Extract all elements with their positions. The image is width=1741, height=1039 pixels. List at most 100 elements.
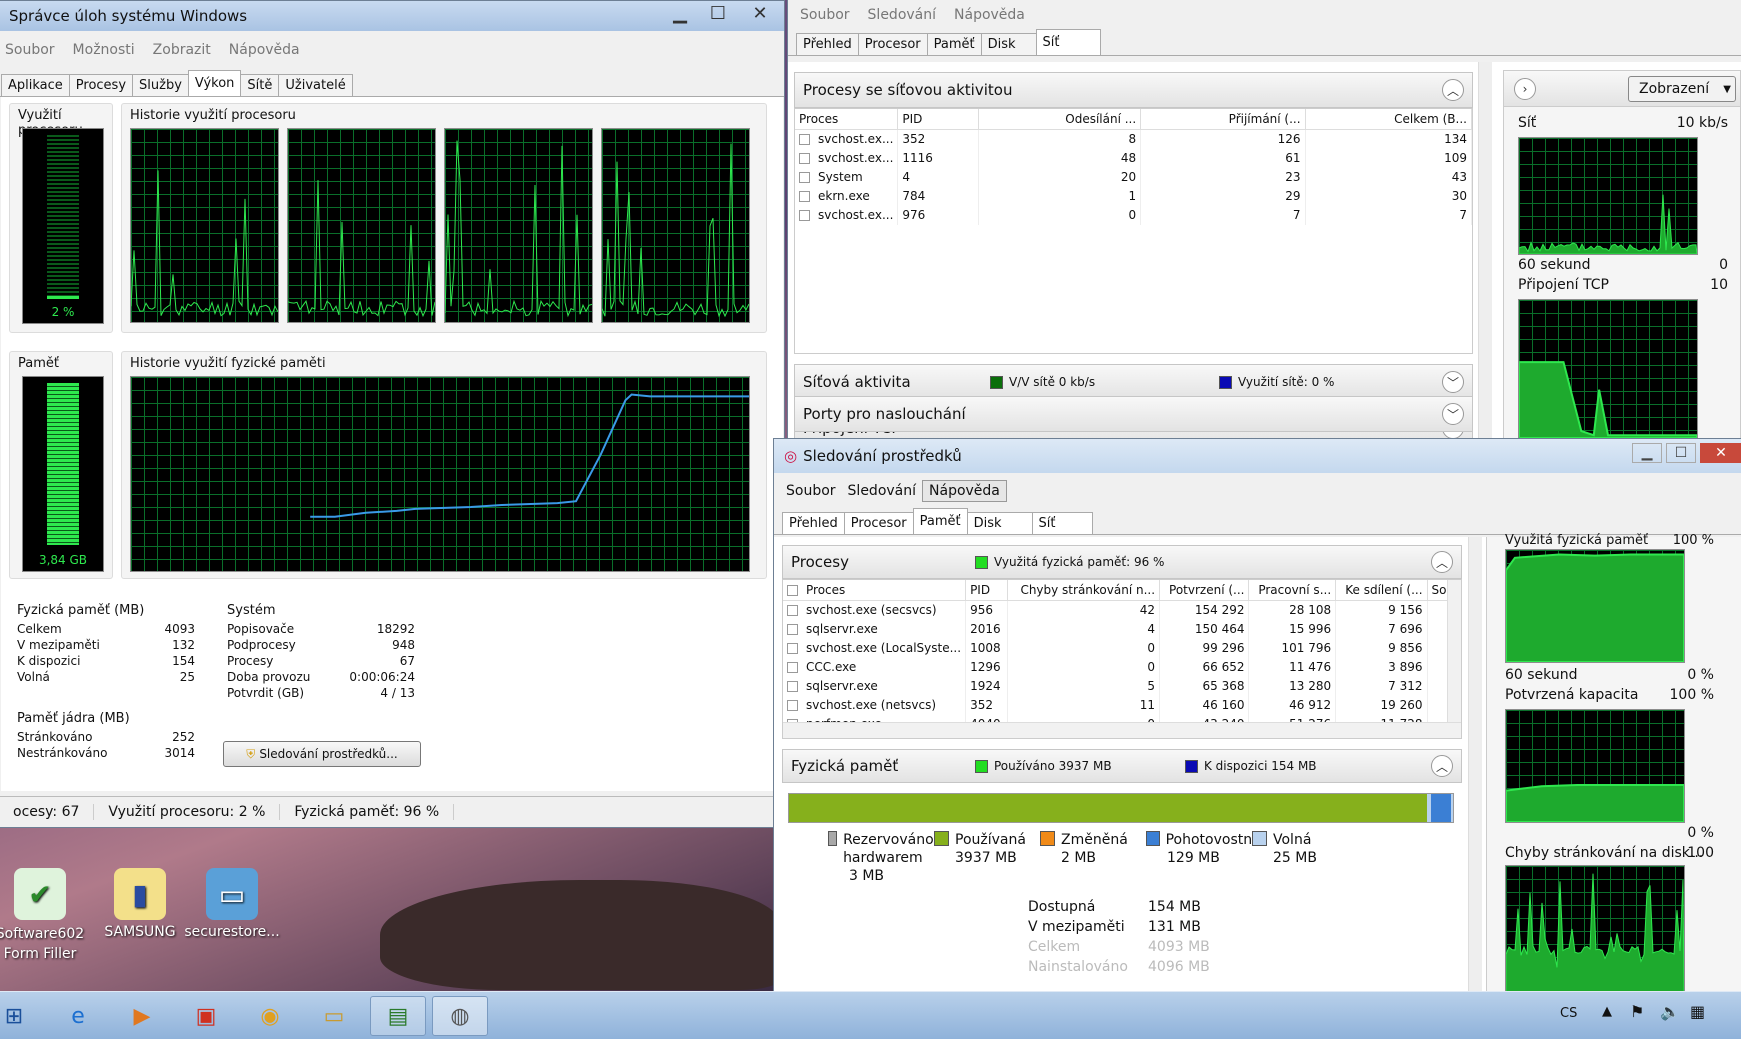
table-row[interactable]: svchost.ex... 976 0 7 7 <box>795 205 1472 225</box>
column-header[interactable]: Pracovní s... <box>1248 580 1337 601</box>
close-button[interactable]: ✕ <box>1700 443 1741 463</box>
row-checkbox[interactable] <box>799 134 810 146</box>
column-header[interactable]: Chyby stránkování n... <box>1007 580 1161 601</box>
menu-soubor[interactable]: Soubor <box>780 481 842 501</box>
task-manager-taskbar-icon[interactable]: ▤ <box>370 996 426 1036</box>
row-checkbox[interactable] <box>799 191 810 202</box>
chevron-up-icon[interactable]: ︿ <box>1431 551 1453 573</box>
table-row[interactable]: System 4 20 23 43 <box>795 167 1472 187</box>
tab-procesor[interactable]: Procesor <box>843 512 914 534</box>
row-checkbox[interactable] <box>799 172 810 183</box>
maximize-button[interactable]: ☐ <box>700 1 736 25</box>
view-dropdown[interactable]: Zobrazení ▼ <box>1628 76 1736 102</box>
column-header[interactable]: PID <box>965 580 1008 601</box>
chevron-right-icon[interactable]: › <box>1514 78 1536 100</box>
menu-sledovani[interactable]: Sledování <box>842 481 922 501</box>
column-header[interactable]: Proces <box>783 580 967 601</box>
resource-monitor-taskbar-icon[interactable]: ◍ <box>432 996 488 1036</box>
menu-napoveda[interactable]: Nápověda <box>954 7 1025 23</box>
table-row[interactable]: CCC.exe 1296 0 66 652 11 476 3 896 <box>783 657 1461 677</box>
tab-uzivatele[interactable]: Uživatelé <box>278 74 353 96</box>
table-row[interactable]: svchost.exe (netsvcs) 352 11 46 160 46 912 19… <box>783 695 1461 715</box>
tab-sit[interactable]: Síť <box>1035 29 1101 55</box>
row-checkbox[interactable] <box>787 700 798 711</box>
row-checkbox[interactable] <box>799 210 810 221</box>
tab-pamet[interactable]: Paměť <box>926 33 982 55</box>
chevron-down-icon[interactable]: ﹀ <box>1442 371 1464 393</box>
column-header[interactable]: Odesílání ... <box>978 109 1142 130</box>
row-checkbox[interactable] <box>787 605 798 617</box>
tab-disk[interactable]: Disk <box>966 512 1033 534</box>
menu-soubor[interactable]: Soubor <box>800 7 850 23</box>
menu-zobrazit[interactable]: Zobrazit <box>153 42 211 58</box>
menu-moznosti[interactable]: Možnosti <box>73 42 135 58</box>
language-indicator[interactable]: CS <box>1560 1006 1577 1021</box>
explorer-folder-icon[interactable]: ▭ <box>306 996 362 1036</box>
row-checkbox[interactable] <box>787 643 798 654</box>
tab-procesor[interactable]: Procesor <box>857 33 928 55</box>
physical-memory-header[interactable]: Fyzická paměť Používáno 3937 MB K dispoz… <box>782 749 1462 783</box>
scrollbar[interactable] <box>1468 537 1482 993</box>
menu-sledovani[interactable]: Sledování <box>868 7 936 23</box>
table-hscrollbar[interactable] <box>783 722 1461 738</box>
start-button[interactable]: ⊞ <box>0 996 42 1036</box>
chevron-up-icon[interactable]: ︿ <box>1442 79 1464 101</box>
column-header[interactable]: PID <box>897 109 979 130</box>
column-header[interactable]: Celkem (B... <box>1305 109 1472 130</box>
table-row[interactable]: ekrn.exe 784 1 29 30 <box>795 186 1472 206</box>
menu-napoveda[interactable]: Nápověda <box>922 480 1007 502</box>
column-header[interactable]: Proces <box>795 109 899 130</box>
media-player-icon[interactable]: ▶ <box>114 996 170 1036</box>
desktop-icon-samsung[interactable]: ▮ SAMSUNG <box>90 868 190 940</box>
table-row[interactable]: svchost.ex... 1116 48 61 109 <box>795 148 1472 168</box>
tab-site[interactable]: Sítě <box>240 74 280 96</box>
internet-explorer-icon[interactable]: e <box>50 996 106 1036</box>
processes-header[interactable]: Procesy Využitá fyzická paměť: 96 % ︿ <box>782 545 1462 579</box>
table-row[interactable]: svchost.exe (LocalSyste... 1008 0 99 296 101… <box>783 638 1461 658</box>
row-checkbox[interactable] <box>787 662 798 673</box>
close-button[interactable]: ✕ <box>742 1 778 25</box>
tab-vykon[interactable]: Výkon <box>187 70 242 96</box>
select-all-checkbox[interactable] <box>787 585 798 596</box>
table-row[interactable]: sqlservr.exe 2016 4 150 464 15 996 7 696 <box>783 619 1461 639</box>
chevron-down-icon[interactable]: ﹀ <box>1442 403 1464 425</box>
column-header[interactable]: Ke sdílení (... <box>1335 580 1428 601</box>
menu-napoveda[interactable]: Nápověda <box>229 42 300 58</box>
table-vscrollbar[interactable] <box>1447 580 1461 725</box>
row-checkbox[interactable] <box>799 153 810 164</box>
desktop-icon-securestore[interactable]: ▭ securestore... <box>182 868 282 940</box>
table-row[interactable]: sqlservr.exe 1924 5 65 368 13 280 7 312 <box>783 676 1461 696</box>
table-row[interactable]: svchost.exe (secsvcs) 956 42 154 292 28 108 9… <box>783 600 1461 620</box>
tab-sit[interactable]: Síť <box>1031 512 1093 534</box>
chevron-up-icon[interactable]: ︿ <box>1431 755 1453 777</box>
resource-monitor-button[interactable]: ⛨ Sledování prostředků... <box>223 741 421 767</box>
volume-icon[interactable]: 🔈 <box>1660 1002 1680 1021</box>
column-header[interactable]: Přijímání (... <box>1140 109 1306 130</box>
scrollbar[interactable] <box>1478 62 1492 439</box>
column-header[interactable]: Potvrzení (... <box>1159 580 1250 601</box>
row-checkbox[interactable] <box>787 681 798 692</box>
tab-disk[interactable]: Disk <box>980 33 1037 55</box>
row-checkbox[interactable] <box>787 624 798 635</box>
resmon-front-tabs: Přehled Procesor Paměť Disk Síť <box>774 508 1741 535</box>
network-icon[interactable]: ▦ <box>1690 1002 1705 1021</box>
net-processes-header[interactable]: Procesy se síťovou aktivitou ︿ <box>794 72 1473 108</box>
tab-aplikace[interactable]: Aplikace <box>1 74 70 96</box>
acrobat-icon[interactable]: ▣ <box>178 996 234 1036</box>
table-row[interactable]: svchost.ex... 352 8 126 134 <box>795 129 1472 149</box>
minimize-button[interactable]: ▁ <box>1632 443 1662 463</box>
tab-prehled[interactable]: Přehled <box>796 33 859 55</box>
tab-prehled[interactable]: Přehled <box>782 512 845 534</box>
tab-pamet[interactable]: Paměť <box>912 508 968 534</box>
desktop-icon-software602[interactable]: ✔ Software602 Form Filler <box>0 868 90 964</box>
tab-sluzby[interactable]: Služby <box>132 74 189 96</box>
maximize-button[interactable]: ☐ <box>1666 443 1696 463</box>
minimize-button[interactable]: ▁ <box>662 1 698 25</box>
net-activity-header[interactable]: Síťová aktivita V/V sítě 0 kb/s Využití … <box>794 364 1473 400</box>
tab-procesy[interactable]: Procesy <box>68 74 134 96</box>
menu-soubor[interactable]: Soubor <box>5 42 55 58</box>
ports-header[interactable]: Porty pro naslouchání ﹀ <box>794 396 1473 432</box>
action-center-flag-icon[interactable]: ⚑ <box>1630 1002 1644 1021</box>
tray-arrow-icon[interactable]: ▲ <box>1602 1004 1612 1019</box>
chrome-icon[interactable]: ◉ <box>242 996 298 1036</box>
